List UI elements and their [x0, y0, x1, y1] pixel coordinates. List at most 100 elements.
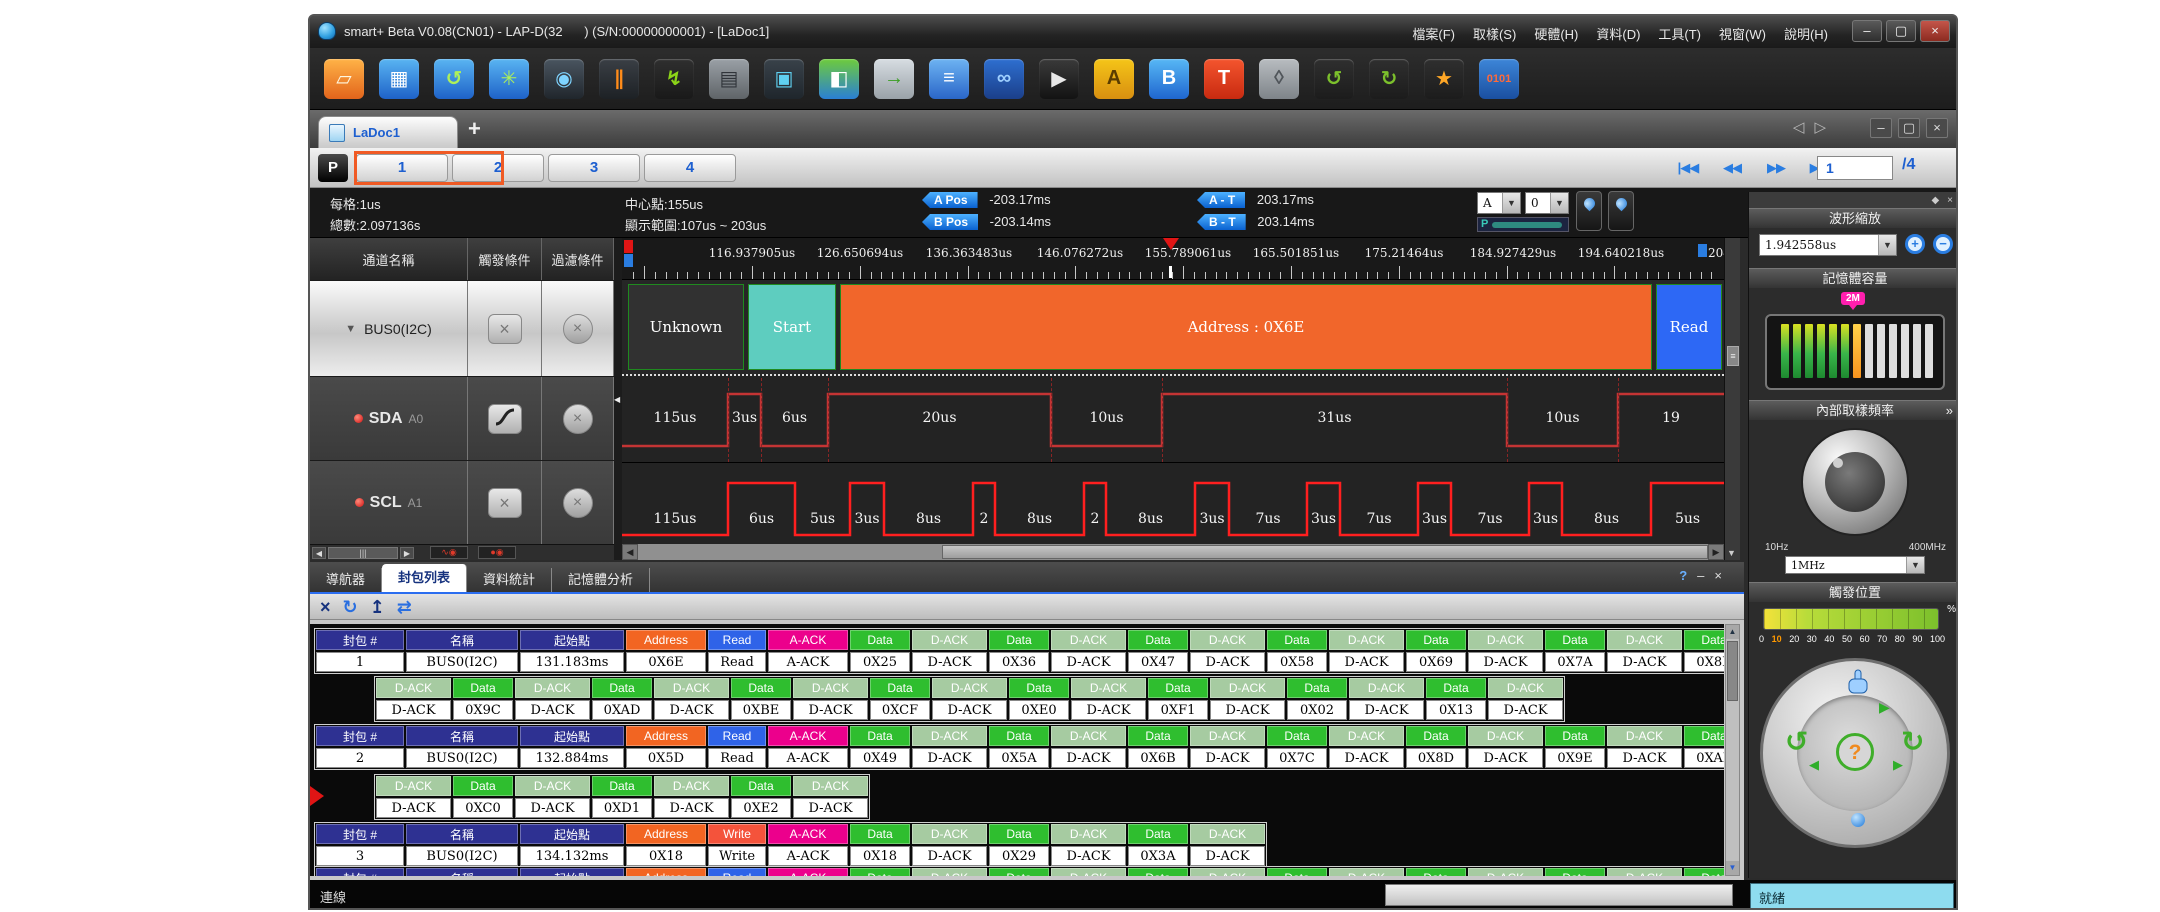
tab-記憶體分析[interactable]: 記憶體分析 — [552, 568, 650, 592]
doc-minimize-button[interactable]: – — [1870, 118, 1892, 138]
bus-packet-Read[interactable]: Read — [1656, 284, 1722, 370]
zoom-in-icon[interactable]: + — [1905, 234, 1925, 254]
menu-item-3[interactable]: 資料(D) — [1596, 24, 1640, 43]
bus-decode-icon[interactable]: ∞ — [984, 59, 1024, 99]
value-cell-dack[interactable]: D-ACK — [1190, 652, 1265, 672]
bus0-filter-button[interactable]: × — [542, 281, 614, 376]
window-layout-icon[interactable]: ◧ — [819, 59, 859, 99]
value-cell-dack[interactable]: D-ACK — [1190, 846, 1265, 866]
menu-item-0[interactable]: 檔案(F) — [1412, 24, 1455, 43]
save-icon[interactable]: ▦ — [379, 59, 419, 99]
menu-item-1[interactable]: 取樣(S) — [1473, 24, 1516, 43]
packet-value-row[interactable]: 3BUS0(I2C)134.132ms0X18WriteA-ACK0X18D-A… — [315, 845, 1266, 867]
save-settings-icon[interactable]: ✳ — [489, 59, 529, 99]
pin-icon[interactable]: ◆ — [1931, 195, 1939, 206]
value-cell-data[interactable]: 0X18 — [850, 846, 910, 866]
sda-filter-button[interactable]: × — [542, 377, 614, 460]
scroll-left-icon[interactable]: ◀ — [312, 547, 326, 559]
page-button-2[interactable]: 2 — [452, 154, 544, 182]
refresh-icon[interactable]: ↻ — [343, 596, 358, 618]
memory-database-icon[interactable]: ▤ — [709, 59, 749, 99]
value-cell-dack[interactable]: D-ACK — [1210, 700, 1285, 720]
value-cell-data[interactable]: 0XE0 — [1009, 700, 1069, 720]
doc-restore-button[interactable]: ▢ — [1898, 118, 1920, 138]
navigation-pad[interactable]: ↺ ↻ ◀ ▶ ▶ ? — [1760, 658, 1950, 848]
tab-導航器[interactable]: 導航器 — [310, 568, 382, 592]
memory-depth-badge[interactable]: 2M — [1841, 292, 1865, 305]
save-as-icon[interactable]: ↺ — [434, 59, 474, 99]
panel-minimize-icon[interactable]: – — [1697, 568, 1704, 583]
shuffle-icon[interactable]: ⇄ — [397, 596, 412, 618]
goto-marker-a-pin-icon[interactable] — [1576, 191, 1602, 231]
packet-value-row[interactable]: 2BUS0(I2C)132.884ms0X5DReadA-ACK0X49D-AC… — [315, 747, 1724, 769]
zoom-previous-icon[interactable]: ↺ — [1314, 59, 1354, 99]
delete-packet-icon[interactable]: × — [320, 596, 331, 618]
value-cell-dack[interactable]: D-ACK — [1190, 748, 1265, 768]
scl-trigger-button[interactable]: × — [468, 461, 542, 544]
value-cell-dack[interactable]: D-ACK — [1349, 700, 1424, 720]
tab-scroll-left-icon[interactable]: ◁ — [1793, 118, 1805, 136]
scl-filter-button[interactable]: × — [542, 461, 614, 544]
goto-marker-b-pin-icon[interactable] — [1608, 191, 1634, 231]
marker-flag-icon[interactable] — [624, 254, 633, 267]
scl-name-cell[interactable]: SCL A1 — [310, 461, 468, 544]
step-right-icon[interactable]: ▶ — [1893, 757, 1903, 773]
value-cell-dack[interactable]: D-ACK — [1051, 846, 1126, 866]
page-button-3[interactable]: 3 — [548, 154, 640, 182]
scroll-thumb[interactable] — [1727, 641, 1738, 701]
value-cell-data[interactable]: 0XD1 — [592, 798, 652, 818]
flag-t-icon[interactable]: T — [1204, 59, 1244, 99]
value-cell-dack[interactable]: D-ACK — [912, 748, 987, 768]
tab-ladoc1[interactable]: LaDoc1 — [318, 116, 458, 148]
value-cell-start[interactable]: 134.132ms — [520, 846, 624, 866]
flag-a-icon[interactable]: A — [1094, 59, 1134, 99]
a-t-tag[interactable]: A - T — [1197, 192, 1245, 208]
value-cell-data[interactable]: 0XE2 — [731, 798, 791, 818]
value-cell-data[interactable]: 0X25 — [850, 652, 910, 672]
value-cell-wr[interactable]: Write — [708, 846, 766, 866]
scroll-thumb[interactable] — [942, 545, 1708, 559]
export-data-icon[interactable]: → — [874, 59, 914, 99]
tab-資料統計[interactable]: 資料統計 — [467, 568, 552, 592]
menu-item-6[interactable]: 說明(H) — [1784, 24, 1828, 43]
instrument-panel-icon[interactable]: ▣ — [764, 59, 804, 99]
zoom-scale-select[interactable]: 1.942558us ▼ — [1759, 234, 1897, 256]
favorite-star-icon[interactable]: ★ — [1424, 59, 1464, 99]
value-cell-dack[interactable]: D-ACK — [1468, 748, 1543, 768]
scroll-right-icon[interactable]: ▶ — [400, 547, 414, 559]
value-cell-data[interactable]: 0X7C — [1267, 748, 1327, 768]
value-cell-data[interactable]: 0X58 — [1267, 652, 1327, 672]
value-cell-dack[interactable]: D-ACK — [1329, 748, 1404, 768]
value-cell-data[interactable]: 0X7A — [1545, 652, 1605, 672]
navigation-ball-icon[interactable] — [1851, 813, 1865, 827]
sda-name-cell[interactable]: SDA A0 — [310, 377, 468, 460]
a-pos-tag[interactable]: A Pos — [922, 192, 978, 208]
rotate-left-icon[interactable]: ↺ — [1785, 725, 1808, 758]
b-pos-tag[interactable]: B Pos — [922, 214, 978, 230]
value-cell-aack[interactable]: A-ACK — [768, 748, 848, 768]
value-cell-data[interactable]: 0X3A — [1128, 846, 1188, 866]
value-cell-data[interactable]: 0X13 — [1426, 700, 1486, 720]
value-cell-addr[interactable]: 0X6E — [626, 652, 706, 672]
bus-packet-Start[interactable]: Start — [748, 284, 836, 370]
value-cell-dack[interactable]: D-ACK — [912, 652, 987, 672]
value-cell-rw[interactable]: Read — [708, 748, 766, 768]
binary-view-icon[interactable]: 0101 — [1479, 59, 1519, 99]
packet-value-row[interactable]: D-ACK0X9CD-ACK0XADD-ACK0XBED-ACK0XCFD-AC… — [375, 699, 1564, 721]
waveform-v-scrollbar[interactable]: ≡ ▼ — [1724, 238, 1740, 560]
value-cell-name[interactable]: BUS0(I2C) — [406, 652, 518, 672]
page-p-button[interactable]: P — [318, 154, 348, 182]
value-cell-data[interactable]: 0X5A — [989, 748, 1049, 768]
value-cell-pk[interactable]: 2 — [316, 748, 404, 768]
marker-select[interactable]: A▼ — [1477, 192, 1521, 214]
value-cell-dack[interactable]: D-ACK — [932, 700, 1007, 720]
packet-value-row[interactable]: D-ACK0XC0D-ACK0XD1D-ACK0XE2D-ACK — [375, 797, 869, 819]
zoom-out-icon[interactable]: − — [1933, 234, 1953, 254]
scroll-right-icon[interactable]: ▶ — [1708, 544, 1724, 560]
value-cell-dack[interactable]: D-ACK — [912, 846, 987, 866]
scroll-down-icon[interactable]: ▼ — [1727, 548, 1736, 558]
memory-meter[interactable] — [1765, 314, 1945, 390]
flag-b-icon[interactable]: B — [1149, 59, 1189, 99]
value-cell-dack[interactable]: D-ACK — [793, 798, 868, 818]
marker-a-flag-icon[interactable] — [1698, 244, 1707, 257]
